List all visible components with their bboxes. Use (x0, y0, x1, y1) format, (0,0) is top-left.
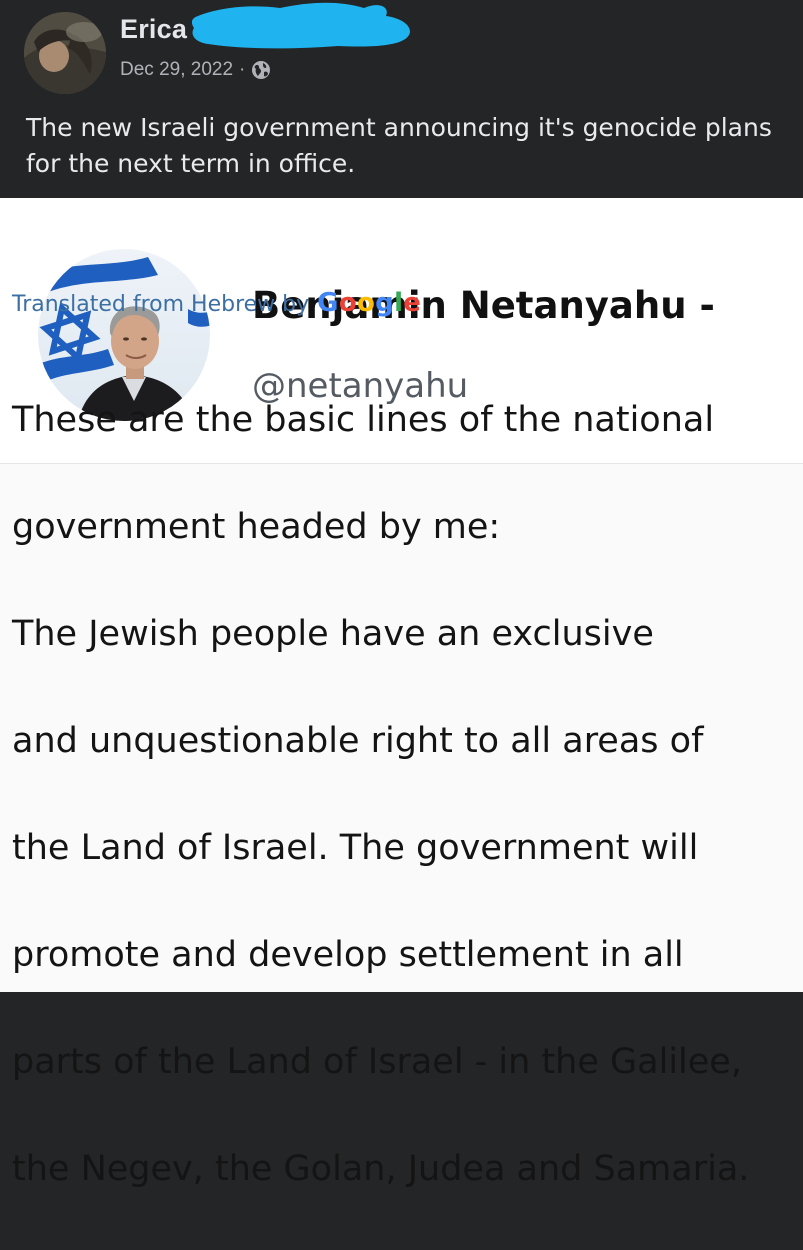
author-photo (24, 12, 106, 94)
tweet-text-line: promote and develop settlement in all (12, 934, 684, 975)
google-logo-letter: o (338, 288, 357, 318)
meta-separator: · (239, 59, 246, 80)
translation-label: Translated from Hebrew by (12, 292, 310, 317)
tweet-text-line: the Negev, the Golan, Judea and Samaria. (12, 1148, 750, 1189)
post-header: Erica S Dec 29, 2022 · The new Israeli g… (0, 0, 803, 198)
google-logo-letter: l (394, 288, 404, 318)
post-date[interactable]: Dec 29, 2022 (120, 59, 233, 81)
google-logo-letter: e (403, 288, 422, 318)
translation-attribution: Translated from Hebrew by Google (12, 288, 421, 318)
tweet-text-line: the Land of Israel. The government will (12, 827, 699, 868)
google-logo-letter: o (356, 288, 376, 318)
tweet-text-line: These are the basic lines of the nationa… (12, 399, 715, 440)
post-meta: Dec 29, 2022 · (120, 56, 271, 84)
redaction-scribble (191, 2, 410, 49)
google-logo: Google (317, 288, 421, 318)
author-avatar[interactable] (24, 12, 106, 94)
tweet-text-line: parts of the Land of Israel - in the Gal… (12, 1041, 742, 1082)
google-logo-letter: G (317, 288, 339, 318)
google-logo-letter: g (375, 288, 395, 318)
post-bottom-strip (0, 992, 803, 1000)
tweet-text: These are the basic lines of the nationa… (12, 340, 797, 1250)
tweet-text-line: and unquestionable right to all areas of (12, 720, 704, 761)
post-text: The new Israeli government announcing it… (26, 113, 772, 178)
globe-icon (251, 60, 271, 80)
tweet-text-line: The Jewish people have an exclusive (12, 613, 654, 654)
tweet-text-line: government headed by me: (12, 506, 501, 547)
